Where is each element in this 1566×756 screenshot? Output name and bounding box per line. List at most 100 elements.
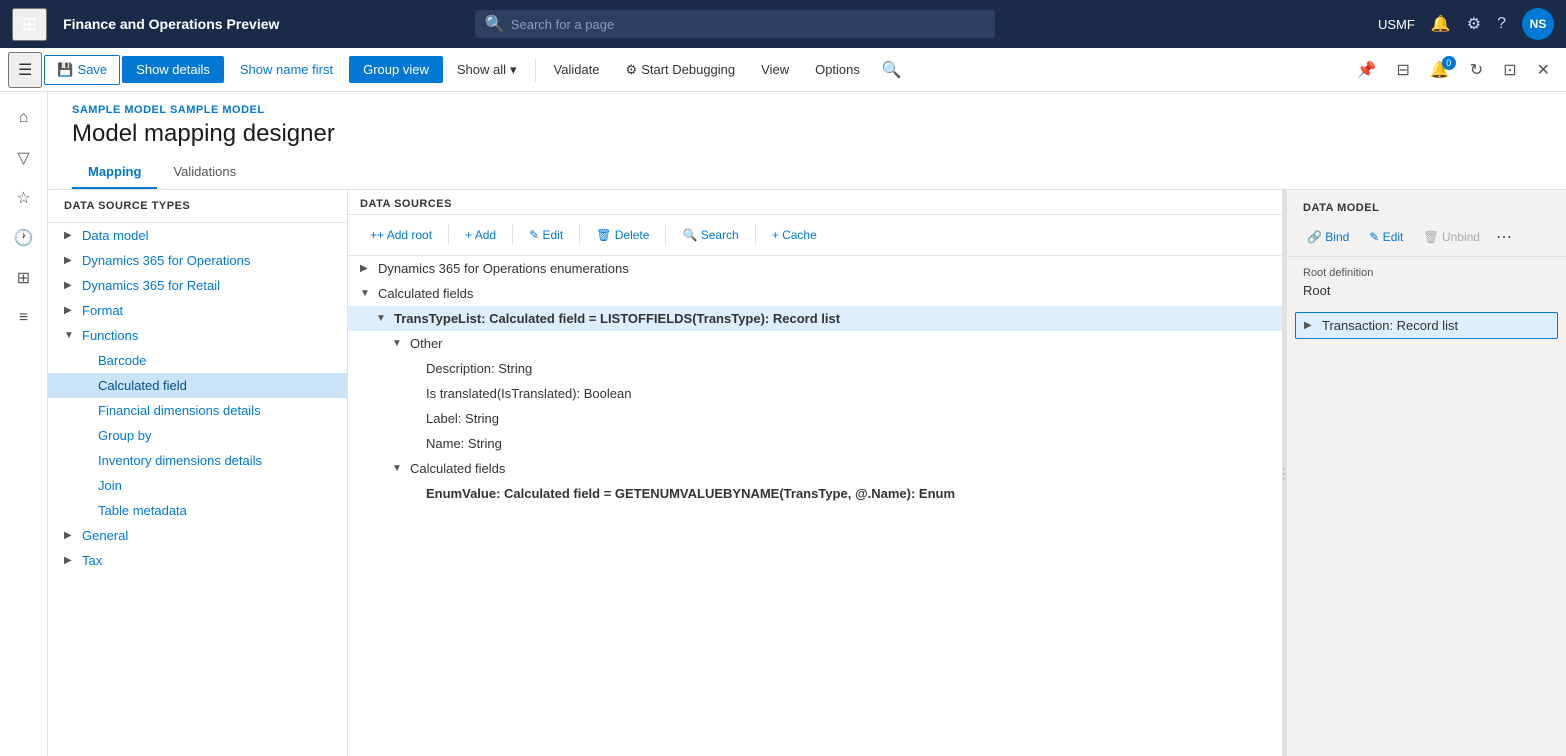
expand-icon[interactable]: ▶	[64, 555, 76, 566]
more-icon[interactable]: ⋯	[1496, 227, 1512, 247]
left-tree-item[interactable]: Table metadata	[48, 498, 347, 523]
left-tree-item[interactable]: ▶Dynamics 365 for Operations	[48, 248, 347, 273]
expand-icon[interactable]: ▶	[64, 280, 76, 291]
hamburger-icon[interactable]: ☰	[8, 52, 42, 88]
tree-item-label: Dynamics 365 for Retail	[82, 278, 220, 293]
ds-tree-item[interactable]: Name: String	[348, 431, 1282, 456]
ds-expand-icon[interactable]: ▼	[376, 313, 388, 324]
left-tree-item[interactable]: ▶ General	[48, 523, 347, 548]
notification-button[interactable]: 🔔 0	[1422, 54, 1458, 86]
show-details-button[interactable]: Show details	[122, 56, 224, 83]
expand-icon[interactable]: ▶	[64, 255, 76, 266]
search-button[interactable]: 🔍 Search	[672, 223, 748, 247]
left-tree-item[interactable]: Inventory dimensions details	[48, 448, 347, 473]
view-button[interactable]: View	[749, 56, 801, 83]
cache-button[interactable]: + Cache	[762, 223, 827, 247]
pin-icon[interactable]: 📌	[1349, 54, 1385, 86]
show-all-button[interactable]: Show all ▾	[445, 56, 529, 84]
ds-tree-item[interactable]: ▼TransTypeList: Calculated field = LISTO…	[348, 306, 1282, 331]
data-source-types-header: DATA SOURCE TYPES	[48, 190, 347, 223]
ds-tree-item[interactable]: ▶Dynamics 365 for Operations enumeration…	[348, 256, 1282, 281]
expand-icon[interactable]: ▼	[64, 330, 76, 341]
data-sources-header: DATA SOURCES	[348, 190, 1282, 215]
filter-icon[interactable]: ▽	[6, 140, 42, 176]
ds-tree-item[interactable]: ▼ Calculated fields	[348, 456, 1282, 481]
ds-toolbar: + + Add root + Add ✎ Edit 🗑 Delete 🔍 Sea…	[348, 215, 1282, 256]
ds-tree-item[interactable]: Description: String	[348, 356, 1282, 381]
options-button[interactable]: Options	[803, 56, 872, 83]
group-view-button[interactable]: Group view	[349, 56, 443, 83]
drag-handle[interactable]	[1282, 190, 1286, 756]
left-tree-item[interactable]: ▶ Format	[48, 298, 347, 323]
delete-button[interactable]: 🗑 Delete	[586, 223, 659, 247]
home-icon[interactable]: ⌂	[6, 100, 42, 136]
global-search[interactable]: 🔍	[475, 10, 995, 38]
refresh-button[interactable]: ↻	[1462, 54, 1491, 86]
dm-tree-item[interactable]: ▶Transaction: Record list	[1295, 312, 1558, 339]
avatar[interactable]: NS	[1522, 8, 1554, 40]
add-button[interactable]: + Add	[455, 223, 506, 247]
favorites-icon[interactable]: ☆	[6, 180, 42, 216]
column-icon[interactable]: ⊟	[1388, 54, 1417, 86]
root-definition-value: Root	[1303, 283, 1550, 298]
show-all-dropdown-icon: ▾	[510, 62, 517, 78]
left-tree-item[interactable]: ▶ Data model	[48, 223, 347, 248]
help-icon[interactable]: ?	[1497, 15, 1506, 33]
toolbar: ☰ 💾 Save Show details Show name first Gr…	[0, 48, 1566, 92]
tab-mapping[interactable]: Mapping	[72, 156, 157, 189]
search-input[interactable]	[511, 17, 985, 32]
tree-item-label: Format	[82, 303, 123, 318]
expand-icon[interactable]: ▶	[64, 305, 76, 316]
left-tree-item[interactable]: ▼Functions	[48, 323, 347, 348]
left-tree-item[interactable]: ▶ Tax	[48, 548, 347, 573]
unbind-button[interactable]: 🗑 Unbind	[1415, 226, 1488, 248]
tree-item-label: Tax	[82, 553, 102, 568]
start-debugging-button[interactable]: ⚙ Start Debugging	[614, 56, 748, 84]
grid-nav-icon[interactable]: ⊞	[6, 260, 42, 296]
bind-button[interactable]: 🔗 Bind	[1299, 226, 1357, 248]
gear-icon[interactable]: ⚙	[1467, 14, 1481, 34]
toolbar-search-icon[interactable]: 🔍	[874, 54, 910, 86]
ds-sep-2	[512, 225, 513, 245]
expand-icon[interactable]: ▶	[64, 530, 76, 541]
history-icon[interactable]: 🕐	[6, 220, 42, 256]
tree-item-label: General	[82, 528, 128, 543]
separator-1	[535, 58, 536, 82]
data-source-types-panel: DATA SOURCE TYPES ▶Data model▶Dynamics 3…	[48, 190, 348, 756]
ds-expand-icon[interactable]: ▼	[392, 463, 404, 474]
ds-tree-item[interactable]: Is translated(IsTranslated): Boolean	[348, 381, 1282, 406]
left-tree-item[interactable]: Group by	[48, 423, 347, 448]
tab-validations[interactable]: Validations	[157, 156, 252, 189]
save-button[interactable]: 💾 Save	[44, 55, 120, 85]
expand-icon[interactable]: ▶	[64, 230, 76, 241]
dm-expand-icon[interactable]: ▶	[1304, 320, 1316, 331]
ds-expand-icon[interactable]: ▶	[360, 263, 372, 274]
ds-tree-item[interactable]: EnumValue: Calculated field = GETENUMVAL…	[348, 481, 1282, 506]
ds-sep-1	[448, 225, 449, 245]
left-tree-item[interactable]: Calculated field	[48, 373, 347, 398]
add-root-button[interactable]: + + Add root	[360, 223, 442, 247]
page-tabs: Mapping Validations	[72, 156, 1542, 189]
left-tree-item[interactable]: ▶ Dynamics 365 for Retail	[48, 273, 347, 298]
edit-model-button[interactable]: ✎ Edit	[1361, 226, 1411, 248]
window-button[interactable]: ⊡	[1495, 54, 1524, 86]
validate-button[interactable]: Validate	[542, 56, 612, 83]
left-tree-item[interactable]: Financial dimensions details	[48, 398, 347, 423]
notification-badge: 0	[1442, 56, 1456, 70]
ds-expand-icon[interactable]: ▼	[392, 338, 404, 349]
show-name-first-button[interactable]: Show name first	[226, 56, 347, 83]
list-nav-icon[interactable]: ≡	[6, 300, 42, 336]
search-icon: 🔍	[485, 14, 505, 34]
ds-tree-item[interactable]: Label: String	[348, 406, 1282, 431]
edit-button[interactable]: ✎ Edit	[519, 223, 573, 247]
left-tree-item[interactable]: Barcode	[48, 348, 347, 373]
ds-item-label: Calculated fields	[410, 461, 505, 476]
ds-expand-icon[interactable]: ▼	[360, 288, 372, 299]
ds-tree-item[interactable]: ▼Calculated fields	[348, 281, 1282, 306]
ds-tree-item[interactable]: ▼Other	[348, 331, 1282, 356]
left-tree-item[interactable]: Join	[48, 473, 347, 498]
bell-icon[interactable]: 🔔	[1431, 14, 1451, 34]
close-button[interactable]: ✕	[1529, 54, 1558, 86]
tree-item-label: Data model	[82, 228, 148, 243]
nav-grid-icon[interactable]: ⊞	[12, 8, 47, 41]
